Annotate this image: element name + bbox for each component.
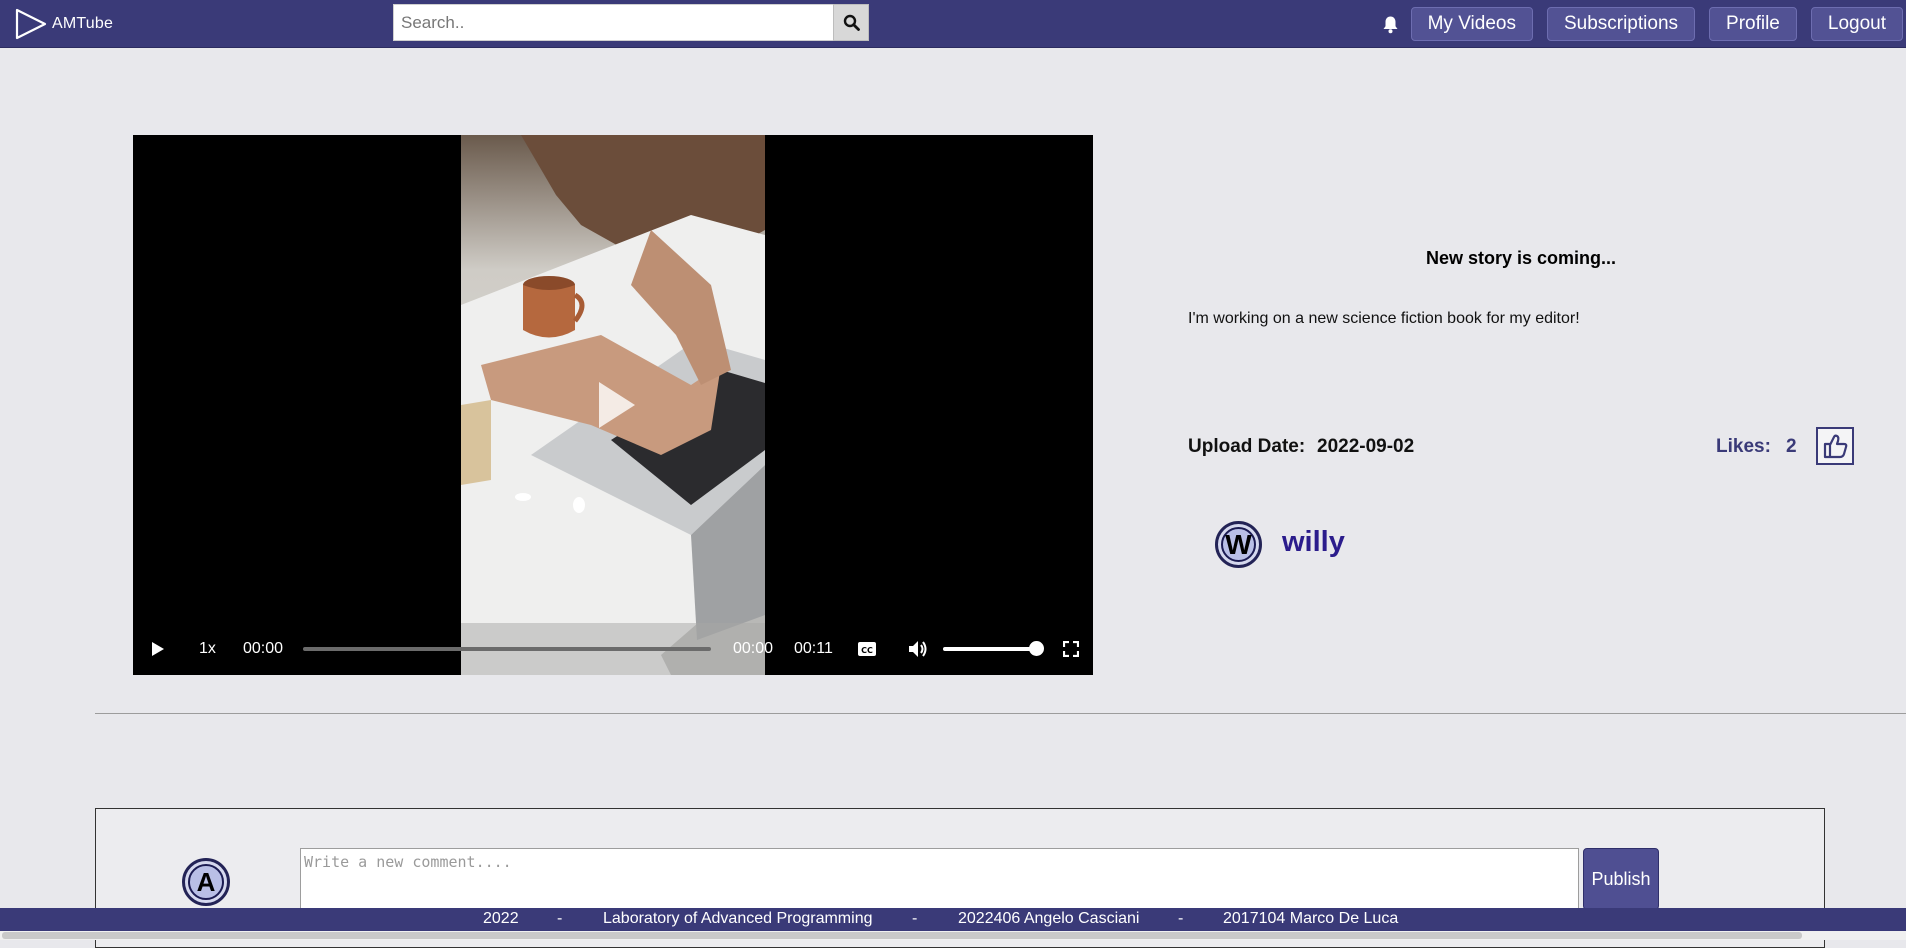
footer-author-2: 2017104 Marco De Luca <box>1223 910 1399 927</box>
footer-course: Laboratory of Advanced Programming <box>603 910 873 927</box>
author-avatar-initial: W <box>1221 527 1256 562</box>
my-videos-button[interactable]: My Videos <box>1410 7 1533 41</box>
volume-icon[interactable] <box>908 640 928 658</box>
upload-date-value: 2022-09-02 <box>1317 436 1415 457</box>
search-button[interactable] <box>833 4 869 41</box>
current-time: 00:00 <box>733 640 774 657</box>
section-divider <box>95 713 1906 714</box>
author-name-link[interactable]: willy <box>1282 526 1345 559</box>
thumbs-up-icon <box>1823 434 1848 459</box>
author-avatar[interactable]: W <box>1215 521 1262 568</box>
captions-icon[interactable]: CC <box>858 641 876 657</box>
user-avatar-initial: A <box>188 864 224 900</box>
likes-label: Likes: <box>1716 436 1771 457</box>
footer-year: 2022 <box>483 910 519 927</box>
volume-slider-handle[interactable] <box>1029 641 1044 656</box>
video-controls: 1x 00:00 00:00 00:11 CC <box>133 623 1093 675</box>
progress-bar[interactable] <box>303 647 711 651</box>
publish-button[interactable]: Publish <box>1583 848 1659 910</box>
bell-icon <box>1383 16 1398 33</box>
user-avatar: A <box>182 858 230 906</box>
playback-speed-button[interactable]: 1x <box>199 640 216 658</box>
notifications-button[interactable] <box>1381 7 1401 41</box>
footer-author-1: 2022406 Angelo Casciani <box>958 910 1140 927</box>
search-bar <box>393 4 869 41</box>
video-title: New story is coming... <box>1425 248 1617 268</box>
logout-button[interactable]: Logout <box>1810 7 1903 41</box>
elapsed-time: 00:00 <box>243 640 284 657</box>
footer: 2022 - Laboratory of Advanced Programmin… <box>0 908 1906 931</box>
horizontal-scrollbar[interactable] <box>0 931 1906 940</box>
subscriptions-button[interactable]: Subscriptions <box>1546 7 1696 41</box>
fullscreen-icon[interactable] <box>1063 641 1079 657</box>
scrollbar-thumb[interactable] <box>2 932 1802 939</box>
search-input[interactable] <box>393 4 833 41</box>
svg-text:CC: CC <box>861 646 873 655</box>
nav-actions: My Videos Subscriptions Profile Logout <box>1381 7 1906 41</box>
brand-name: AMTube <box>52 15 114 32</box>
brand-logo[interactable]: AMTube <box>14 8 113 40</box>
footer-separator: - <box>1178 910 1184 927</box>
profile-button[interactable]: Profile <box>1709 7 1797 41</box>
big-play-icon[interactable] <box>597 380 637 430</box>
footer-separator: - <box>557 910 563 927</box>
video-player[interactable]: 1x 00:00 00:00 00:11 CC <box>133 135 1093 675</box>
likes-count: 2 <box>1786 436 1797 457</box>
duration-time: 00:11 <box>794 640 833 657</box>
volume-slider[interactable] <box>943 647 1035 651</box>
search-icon <box>843 14 860 31</box>
play-icon[interactable] <box>151 641 165 657</box>
upload-date-label: Upload Date: <box>1188 436 1306 457</box>
footer-separator: - <box>912 910 918 927</box>
top-navbar: AMTube My Videos Subscriptions Profile L… <box>0 0 1906 47</box>
video-description: I'm working on a new science fiction boo… <box>1188 310 1580 327</box>
like-button[interactable] <box>1816 427 1854 465</box>
play-logo-icon <box>15 8 47 40</box>
